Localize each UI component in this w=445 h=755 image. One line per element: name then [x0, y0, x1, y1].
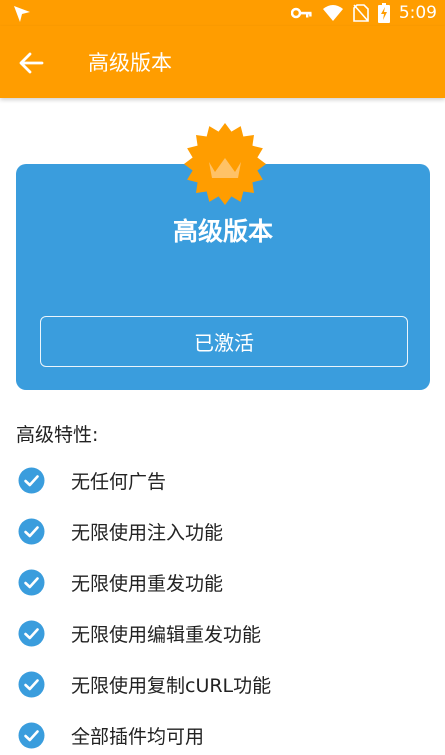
- wifi-icon: [322, 5, 343, 21]
- check-circle-icon: [18, 518, 45, 545]
- feature-item: 无限使用重发功能: [18, 557, 428, 608]
- arrow-left-icon[interactable]: [18, 50, 44, 76]
- feature-item: 无限使用注入功能: [18, 506, 428, 557]
- no-sim-icon: [353, 4, 369, 22]
- feature-item: 无限使用编辑重发功能: [18, 608, 428, 659]
- check-circle-icon: [18, 569, 45, 596]
- feature-item: 无任何广告: [18, 455, 428, 506]
- check-circle-icon: [18, 620, 45, 647]
- status-bar: 5:09: [0, 0, 445, 26]
- crown-badge-icon: [184, 123, 266, 205]
- activated-button-label: 已激活: [194, 331, 254, 355]
- feature-label: 全部插件均可用: [71, 726, 205, 748]
- check-circle-icon: [18, 467, 45, 494]
- vpn-key-icon: [290, 7, 312, 19]
- feature-label: 无限使用复制cURL功能: [71, 675, 272, 697]
- feature-label: 无任何广告: [71, 471, 167, 493]
- page-title: 高级版本: [88, 51, 172, 75]
- feature-label: 无限使用重发功能: [71, 573, 224, 595]
- premium-card-title: 高级版本: [172, 217, 273, 246]
- navigation-arrow-icon: [14, 6, 30, 22]
- app-bar: 高级版本: [0, 26, 445, 98]
- status-time: 5:09: [398, 3, 437, 23]
- feature-label: 无限使用注入功能: [71, 522, 224, 544]
- activated-button[interactable]: 已激活: [40, 316, 408, 367]
- feature-item: 全部插件均可用: [18, 710, 428, 755]
- feature-list: 无任何广告 无限使用注入功能 无限使用重发功能 无限使用编辑重发功能 无限使用复…: [18, 455, 428, 755]
- check-circle-icon: [18, 671, 45, 698]
- check-circle-icon: [18, 722, 45, 749]
- feature-item: 无限使用复制cURL功能: [18, 659, 428, 710]
- feature-label: 无限使用编辑重发功能: [71, 624, 262, 646]
- battery-charging-icon: [377, 3, 390, 23]
- features-heading: 高级特性:: [16, 424, 99, 446]
